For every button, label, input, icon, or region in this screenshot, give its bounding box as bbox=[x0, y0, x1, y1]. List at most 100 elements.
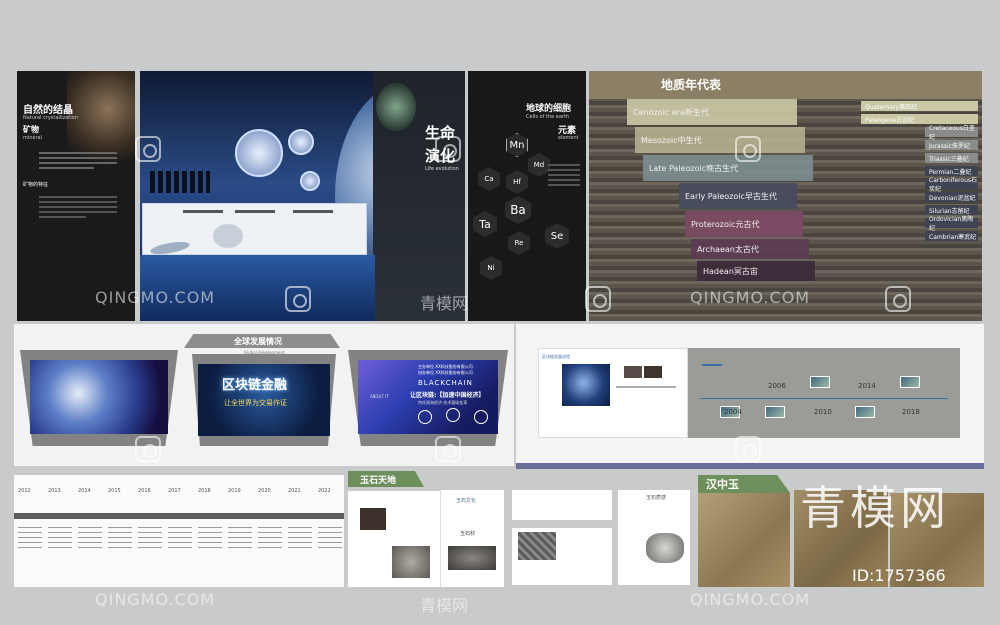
year-strip-text-line bbox=[108, 537, 132, 538]
geo-title: 地质年代表 bbox=[661, 78, 722, 92]
year-strip-text-line bbox=[318, 547, 342, 548]
geo-period-row: Devonian泥盆纪 bbox=[925, 192, 978, 202]
year-strip-dark-band bbox=[14, 513, 344, 519]
watermark-logo bbox=[435, 436, 461, 462]
watermark-latin: QINGMO.COM bbox=[690, 288, 811, 307]
year-strip-text-line bbox=[78, 547, 102, 548]
timeline-main-card bbox=[688, 348, 960, 438]
watermark-logo bbox=[285, 286, 311, 312]
year-strip-label: 2014 bbox=[78, 488, 91, 494]
screen-left-image bbox=[30, 360, 168, 434]
year-strip-label: 2015 bbox=[108, 488, 121, 494]
right-about: ABOUT IT bbox=[370, 394, 389, 399]
watermark-logo bbox=[735, 436, 761, 462]
year-strip-text-line bbox=[318, 537, 342, 538]
timeline-heading-2 bbox=[702, 364, 722, 366]
year-strip-text-line bbox=[18, 537, 42, 538]
geo-era-row: Late Paleozoic晚古生代 bbox=[643, 155, 813, 181]
year-strip-text-line bbox=[198, 547, 222, 548]
watermark-logo bbox=[735, 136, 761, 162]
geologic-time-panel: 地质年代表 Cenozoic era新生代 Mesozoic中生代 Late Pal… bbox=[589, 71, 982, 321]
mineral-heading: 矿物 bbox=[23, 125, 39, 134]
watermark-cn: 青模网 bbox=[420, 294, 469, 313]
geo-era-row: Proterozoic元古代 bbox=[685, 211, 803, 237]
jade-book-1-rock bbox=[392, 546, 430, 578]
year-strip-text-line bbox=[108, 542, 132, 543]
hex-ba: Ba bbox=[505, 196, 531, 224]
jade-book-2-rock bbox=[448, 546, 496, 570]
year-strip-text-line bbox=[258, 537, 282, 538]
center-big-title: 区块链金融 bbox=[222, 378, 288, 393]
watermark-logo bbox=[135, 136, 161, 162]
geo-header-band bbox=[589, 71, 982, 99]
year-2014: 2014 bbox=[858, 382, 876, 390]
life-evolution-panel: 生命 演化 Life evolution bbox=[140, 71, 465, 321]
year-strip-label: 2020 bbox=[258, 488, 271, 494]
elements-heading-en: element bbox=[558, 135, 579, 141]
hex-ca: Ca bbox=[478, 167, 500, 191]
jade-book-2-subtitle: 玉石材 bbox=[460, 531, 476, 537]
mineral-section-title: 矿物的特征 bbox=[23, 182, 49, 188]
hex-se: Se bbox=[545, 223, 569, 249]
cell-circle-1 bbox=[235, 129, 283, 177]
year-strip-label: 2022 bbox=[318, 488, 331, 494]
watermark-latin: QINGMO.COM bbox=[690, 590, 811, 609]
jade-book-1-photo bbox=[360, 508, 386, 530]
year-strip-label: 2012 bbox=[18, 488, 31, 494]
year-strip-text-line bbox=[318, 542, 342, 543]
mineral-title: 自然的结晶 bbox=[23, 105, 73, 116]
year-strip-text-line bbox=[108, 547, 132, 548]
geo-era-row: Cenozoic era新生代 bbox=[627, 99, 797, 125]
year-strip-text-line bbox=[108, 527, 132, 528]
watermark-big-cn: 青模网 bbox=[800, 481, 950, 535]
year-strip-text-line bbox=[48, 532, 72, 533]
year-strip-text-line bbox=[138, 532, 162, 533]
cell-circle-3 bbox=[300, 171, 320, 191]
year-strip-text-line bbox=[138, 547, 162, 548]
timeline-line bbox=[700, 398, 948, 399]
hex-ni: Ni bbox=[480, 256, 502, 280]
elements-subtitle: Cells of the earth bbox=[526, 114, 570, 120]
year-strip-text-line bbox=[78, 542, 102, 543]
right-title: 让区块链:【加速中国经济】 bbox=[410, 392, 485, 399]
year-strip-text-line bbox=[48, 547, 72, 548]
year-strip-label: 2013 bbox=[48, 488, 61, 494]
center-sub-title: 让全世界为交易作证 bbox=[224, 399, 287, 407]
year-strip-text-line bbox=[18, 542, 42, 543]
year-strip-label: 2019 bbox=[228, 488, 241, 494]
jade-book-4-photo bbox=[518, 532, 556, 560]
year-strip-text-line bbox=[258, 547, 282, 548]
geo-era-row: Mesozoic中生代 bbox=[635, 127, 805, 153]
timeline-photo-2006 bbox=[810, 376, 830, 388]
year-strip-text-line bbox=[228, 537, 252, 538]
life-subtitle: Life evolution bbox=[425, 166, 459, 172]
global-tab-label: 全球发展情况 bbox=[234, 337, 282, 346]
timeline-left-card bbox=[538, 348, 688, 438]
year-strip-text-line bbox=[108, 532, 132, 533]
jade-book-2-title: 玉石文化 bbox=[456, 498, 477, 504]
hex-mn: Mn bbox=[506, 133, 528, 157]
jade-gold-panel-1 bbox=[698, 493, 790, 587]
year-strip-text-line bbox=[288, 537, 312, 538]
year-strip-text-line bbox=[228, 547, 252, 548]
circuit-lines bbox=[616, 386, 676, 388]
jade-book-3 bbox=[512, 490, 612, 520]
watermark-logo bbox=[585, 286, 611, 312]
thumb-1 bbox=[624, 366, 642, 378]
year-strip-text-line bbox=[168, 537, 192, 538]
geo-period-row: Ordovician奥陶纪 bbox=[925, 216, 978, 232]
year-strip-text-line bbox=[18, 527, 42, 528]
timeline-photo-2014 bbox=[900, 376, 920, 388]
hex-md: Md bbox=[528, 153, 550, 177]
jade-book-5-rock bbox=[646, 533, 684, 563]
year-strip-text-line bbox=[228, 532, 252, 533]
cell-circle-2 bbox=[288, 129, 314, 155]
mineral-body-text bbox=[39, 149, 117, 172]
geo-period-row: Carboniferous石炭纪 bbox=[925, 177, 978, 193]
geo-era-row: Early Paleozoic早古生代 bbox=[679, 183, 797, 209]
watermark-logo bbox=[135, 436, 161, 462]
year-2004: 2004 bbox=[724, 408, 742, 416]
year-strip-text-line bbox=[168, 532, 192, 533]
year-strip-text-line bbox=[198, 527, 222, 528]
geo-period-row: Cambrian寒武纪 bbox=[925, 231, 978, 241]
